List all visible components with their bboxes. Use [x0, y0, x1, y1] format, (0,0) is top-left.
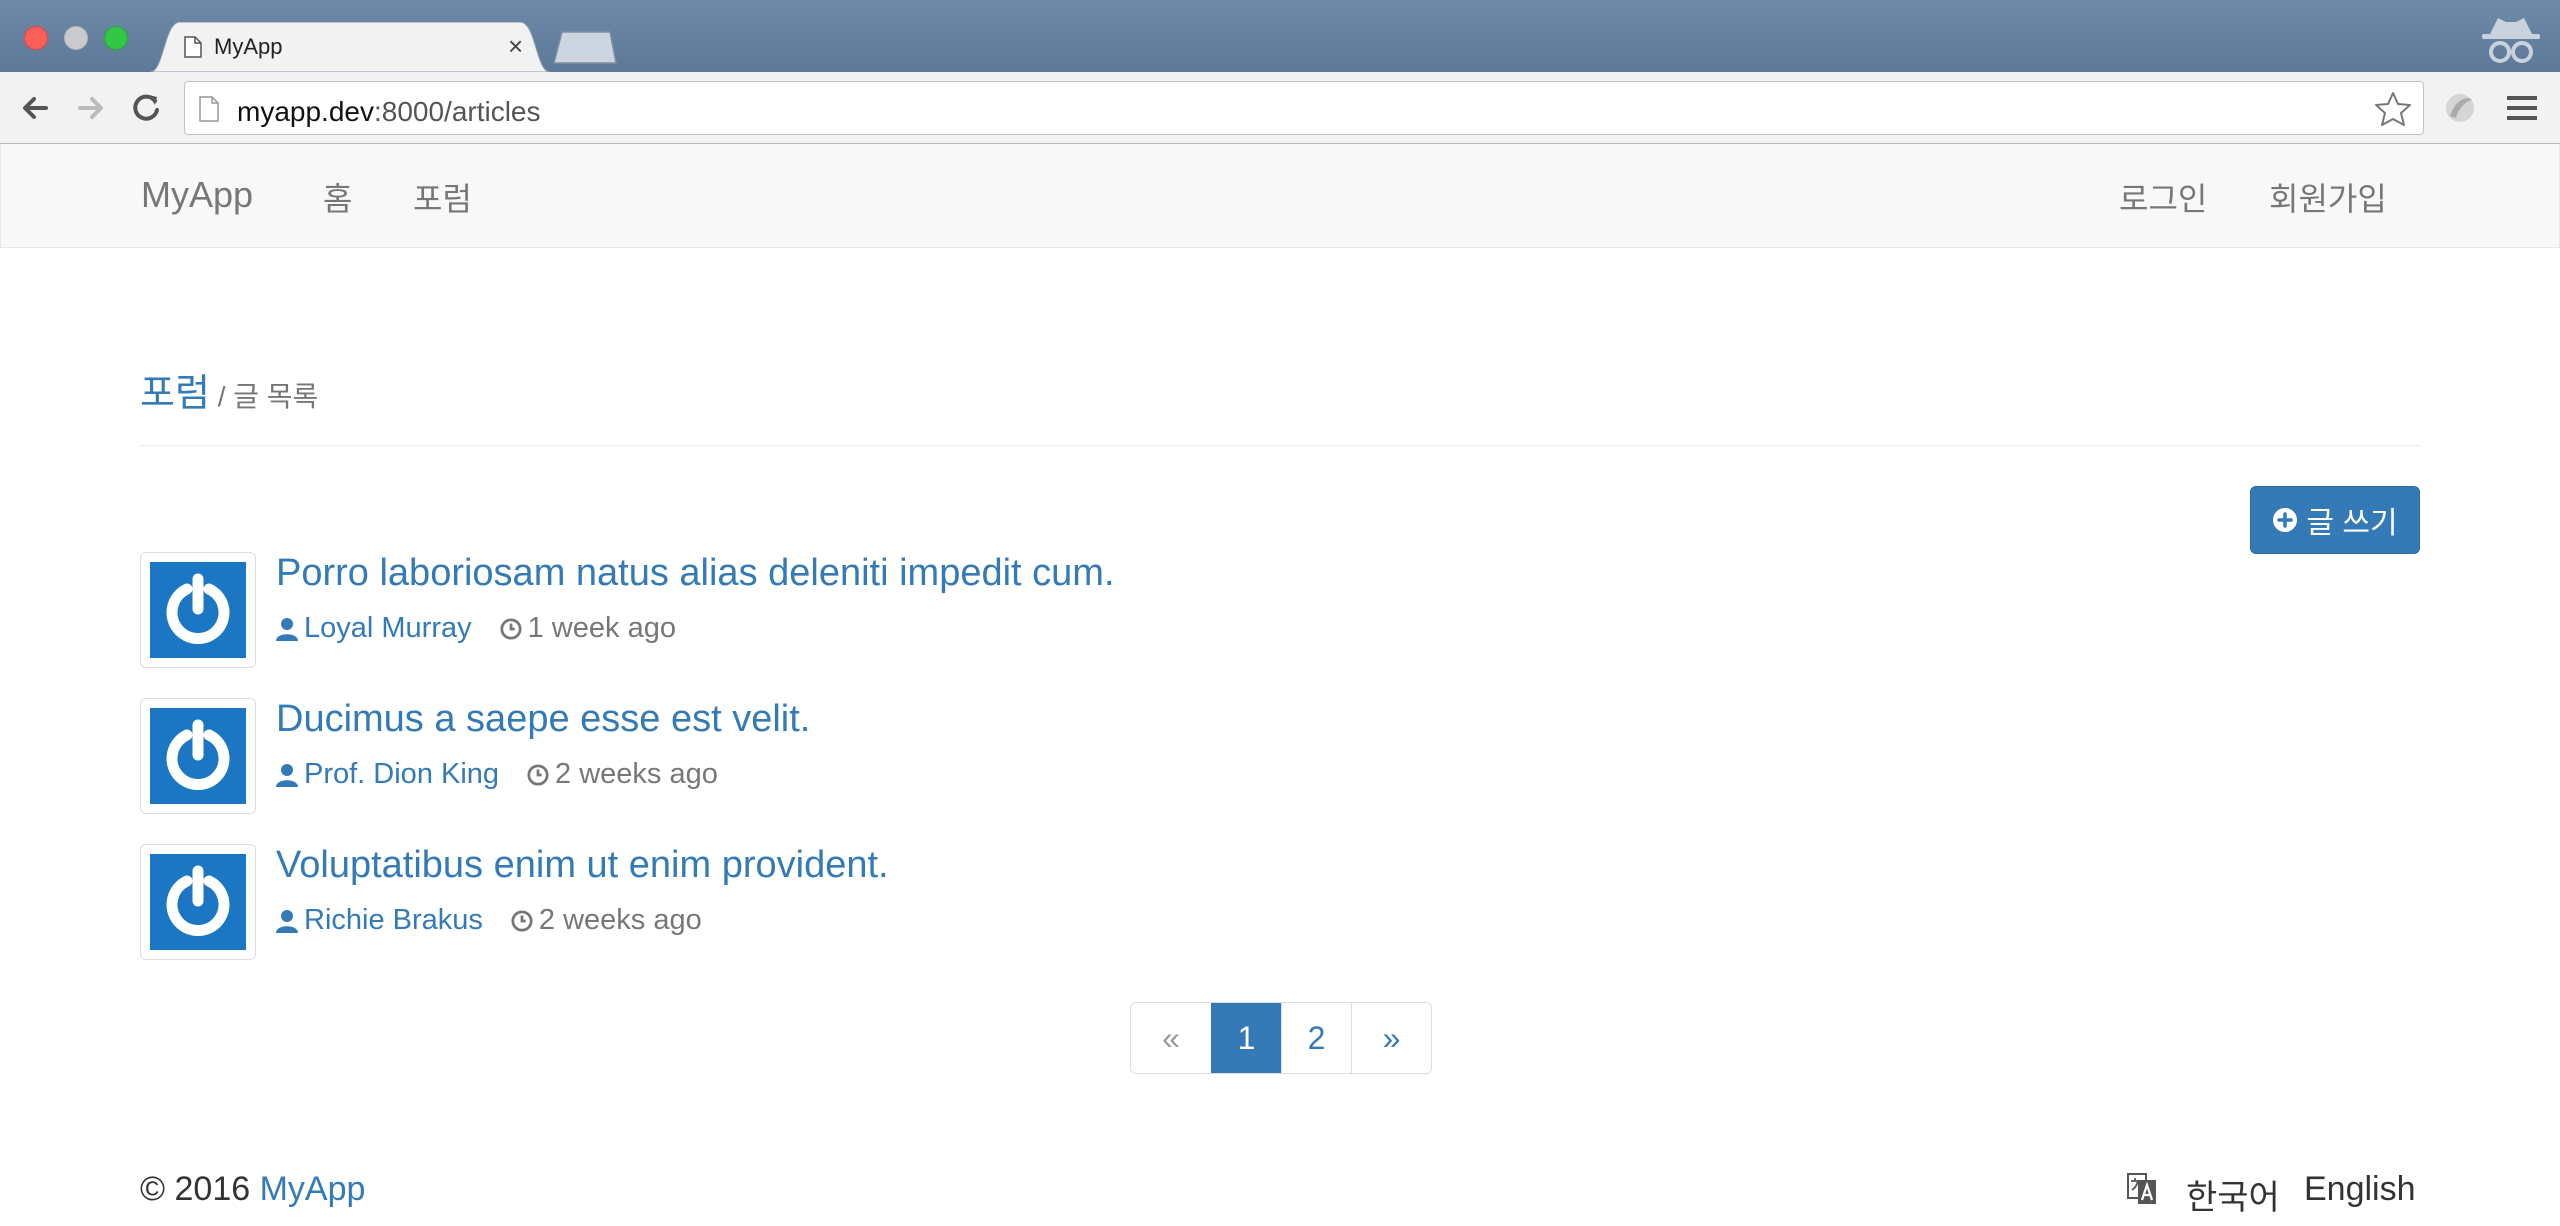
breadcrumb-forum[interactable]: 포럼 [140, 373, 210, 415]
lang-korean[interactable]: 한국어 [2186, 1170, 2280, 1219]
menu-icon[interactable] [2504, 92, 2540, 124]
list-item: Porro laboriosam natus alias deleniti im… [140, 552, 2420, 668]
translate-icon [2127, 1173, 2156, 1204]
article-title[interactable]: Porro laboriosam natus alias deleniti im… [276, 552, 1115, 595]
pagination: « 1 2 » [1130, 1002, 1432, 1074]
article-meta: Prof. Dion King 2 weeks ago [276, 758, 718, 791]
extension-icon[interactable] [2440, 88, 2480, 128]
power-icon [166, 719, 230, 791]
incognito-icon [2482, 18, 2540, 63]
clock-icon [527, 763, 549, 786]
bookmark-star-icon[interactable] [2373, 90, 2413, 128]
avatar [140, 698, 256, 814]
pagination-page-2[interactable]: 2 [1281, 1003, 1351, 1073]
tab-close-icon[interactable]: × [508, 31, 523, 62]
page-header: 포럼 / 글 목록 [140, 362, 2420, 446]
footer-app-link[interactable]: MyApp [260, 1170, 366, 1208]
pagination-page-1[interactable]: 1 [1211, 1003, 1281, 1073]
user-icon [276, 763, 298, 787]
article-author[interactable]: Richie Brakus [304, 904, 483, 937]
nav-forum[interactable]: 포럼 [413, 174, 472, 220]
article-author[interactable]: Prof. Dion King [304, 758, 499, 791]
pagination-next[interactable]: » [1351, 1003, 1431, 1073]
article-time: 2 weeks ago [538, 904, 702, 936]
plus-circle-icon [2273, 508, 2298, 532]
article-time: 2 weeks ago [555, 758, 718, 790]
article-meta: Richie Brakus 2 weeks ago [276, 904, 702, 937]
list-item: Ducimus a saepe esse est velit. Prof. Di… [140, 698, 2420, 814]
article-title[interactable]: Voluptatibus enim ut enim provident. [276, 844, 889, 887]
write-article-label: 글 쓰기 [2306, 507, 2398, 540]
browser-tabstrip: MyApp × [0, 0, 2560, 72]
clock-icon [511, 909, 533, 932]
address-url: myapp.dev:8000/articles [237, 96, 541, 128]
power-icon [166, 573, 230, 645]
new-tab-button[interactable] [552, 30, 618, 64]
article-time: 1 week ago [527, 612, 676, 644]
user-icon [276, 617, 298, 641]
avatar [140, 552, 256, 668]
power-icon [166, 865, 230, 937]
list-item: Voluptatibus enim ut enim provident. Ric… [140, 844, 2420, 960]
browser-toolbar: myapp.dev:8000/articles [0, 72, 2560, 144]
clock-icon [500, 617, 522, 640]
address-bar[interactable]: myapp.dev:8000/articles [184, 81, 2424, 135]
write-article-button[interactable]: 글 쓰기 [2250, 486, 2420, 554]
article-author[interactable]: Loyal Murray [304, 612, 472, 645]
copyright-text: © 2016 [140, 1170, 251, 1208]
browser-tab[interactable]: MyApp × [150, 22, 550, 72]
nav-home[interactable]: 홈 [323, 174, 352, 220]
site-navbar: MyApp 홈 포럼 로그인 회원가입 [0, 144, 2560, 248]
url-host: myapp.dev [237, 96, 374, 127]
lang-english[interactable]: English [2304, 1170, 2416, 1209]
article-meta: Loyal Murray 1 week ago [276, 612, 676, 645]
url-path: :8000/articles [373, 96, 541, 127]
article-title[interactable]: Ducimus a saepe esse est velit. [276, 698, 810, 741]
nav-login[interactable]: 로그인 [2119, 174, 2207, 220]
tab-shape [150, 22, 550, 72]
back-arrow-icon[interactable] [14, 86, 58, 130]
pagination-prev[interactable]: « [1131, 1003, 1211, 1073]
close-window-button[interactable] [24, 26, 48, 50]
brand-link[interactable]: MyApp [141, 174, 253, 216]
document-icon [184, 36, 202, 58]
minimize-window-button[interactable] [64, 26, 88, 50]
breadcrumb-current: / 글 목록 [209, 381, 319, 412]
forward-arrow-icon[interactable] [68, 86, 112, 130]
avatar [140, 844, 256, 960]
nav-register[interactable]: 회원가입 [2269, 174, 2387, 220]
user-icon [276, 909, 298, 933]
footer-copyright: © 2016 MyApp [140, 1170, 365, 1209]
tab-title: MyApp [214, 34, 283, 59]
reload-icon[interactable] [124, 86, 168, 130]
maximize-window-button[interactable] [104, 26, 128, 50]
page-icon [199, 96, 219, 122]
